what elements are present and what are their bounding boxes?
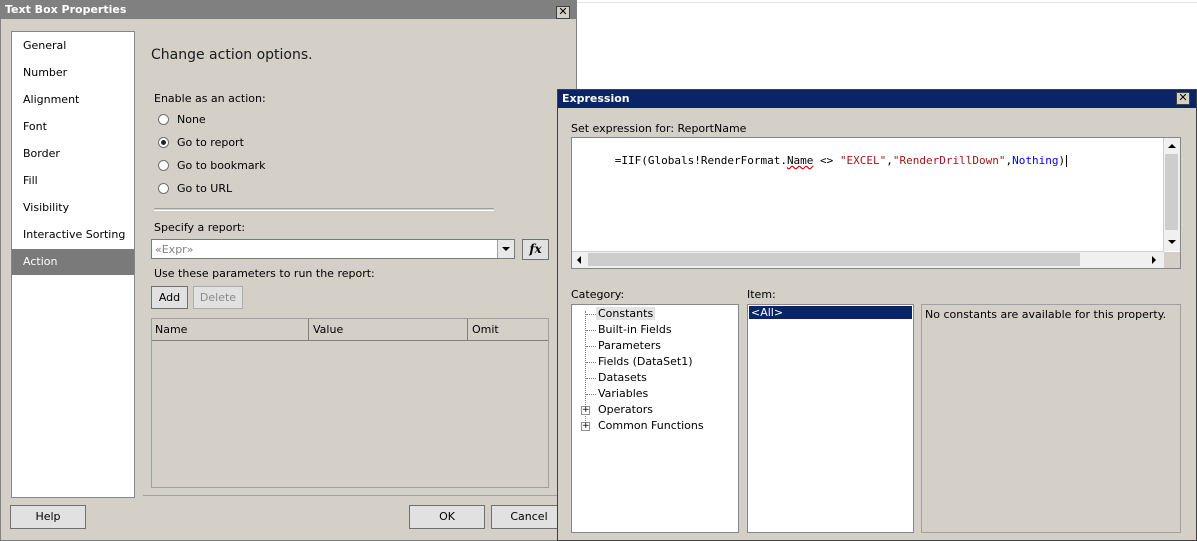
set-expression-label: Set expression for: ReportName	[571, 122, 747, 135]
ok-button[interactable]: OK	[409, 505, 485, 529]
tree-connector	[586, 330, 596, 331]
radio-go-to-report-label: Go to report	[177, 136, 244, 149]
expand-icon[interactable]: +	[581, 406, 590, 415]
radio-go-to-bookmark[interactable]	[158, 160, 169, 171]
expression-title-bar: Expression	[558, 90, 1196, 108]
radio-go-to-url-label: Go to URL	[177, 182, 233, 195]
chevron-down-icon	[502, 247, 510, 251]
category-item-variables[interactable]: Variables	[598, 387, 648, 400]
nav-item-number[interactable]: Number	[12, 60, 134, 86]
nav-item-visibility[interactable]: Visibility	[12, 195, 134, 221]
tree-connector	[586, 378, 596, 379]
expand-icon[interactable]: +	[581, 422, 590, 431]
add-button[interactable]: Add	[151, 286, 188, 309]
report-select[interactable]: «Expr»	[151, 239, 515, 259]
footer-divider	[143, 495, 577, 496]
expression-dialog: Expression ✕ Set expression for: ReportN…	[557, 89, 1197, 541]
nav-item-general[interactable]: General	[12, 33, 134, 59]
category-item-operators[interactable]: Operators	[598, 403, 653, 416]
item-list: <All>	[747, 304, 914, 533]
horizontal-scroll-thumb[interactable]	[588, 253, 1080, 266]
category-item-parameters[interactable]: Parameters	[598, 339, 661, 352]
description-text: No constants are available for this prop…	[925, 308, 1167, 321]
expression-fx-button[interactable]: fx	[522, 239, 549, 260]
scroll-left-icon[interactable]	[577, 256, 581, 264]
category-item-common-functions[interactable]: Common Functions	[598, 419, 704, 432]
category-label: Category:	[571, 288, 625, 301]
fx-icon: fx	[529, 242, 542, 256]
category-item-constants[interactable]: Constants	[596, 307, 656, 320]
code-part: =IIF(Globals!RenderFormat.	[614, 154, 787, 167]
page-nav-list: General Number Alignment Font Border Fil…	[11, 31, 135, 498]
page-heading: Change action options.	[151, 47, 313, 63]
description-panel: No constants are available for this prop…	[921, 304, 1181, 533]
expression-title: Expression	[562, 92, 630, 105]
text-box-properties-dialog: Text Box Properties ✕ General Number Ali…	[0, 0, 577, 541]
scroll-right-icon[interactable]	[1152, 256, 1156, 264]
nav-item-fill[interactable]: Fill	[12, 168, 134, 194]
column-header-name[interactable]: Name	[152, 319, 309, 340]
enable-action-label: Enable as an action:	[154, 92, 266, 105]
radio-none[interactable]	[158, 114, 169, 125]
category-tree: + + Constants Built-in Fields Parameters…	[571, 304, 739, 533]
specify-report-label: Specify a report:	[154, 221, 246, 234]
scroll-down-icon[interactable]	[1168, 240, 1176, 244]
code-string: "RenderDrillDown"	[892, 154, 1006, 167]
column-header-omit[interactable]: Omit	[469, 319, 548, 340]
item-all[interactable]: <All>	[749, 306, 912, 319]
nav-item-border[interactable]: Border	[12, 141, 134, 167]
column-header-value[interactable]: Value	[310, 319, 468, 340]
horizontal-scrollbar[interactable]	[572, 251, 1164, 268]
nav-item-action[interactable]: Action	[12, 249, 134, 275]
close-icon: ✕	[558, 5, 568, 18]
radio-none-label: None	[177, 113, 206, 126]
background-window-edge	[577, 2, 1197, 3]
category-item-fields[interactable]: Fields (DataSet1)	[598, 355, 693, 368]
category-item-datasets[interactable]: Datasets	[598, 371, 647, 384]
grid-header: Name Value Omit	[152, 319, 548, 341]
tree-connector	[586, 314, 596, 315]
category-item-built-in-fields[interactable]: Built-in Fields	[598, 323, 672, 336]
code-keyword: Nothing	[1012, 154, 1059, 167]
text-cursor	[1066, 155, 1068, 167]
dropdown-button[interactable]	[497, 240, 514, 258]
dialog-title-bar: Text Box Properties	[1, 1, 576, 19]
vertical-scroll-thumb[interactable]	[1165, 154, 1178, 230]
params-label: Use these parameters to run the report:	[154, 267, 375, 280]
tree-connector	[586, 362, 596, 363]
nav-item-alignment[interactable]: Alignment	[12, 87, 134, 113]
code-part: ,	[886, 154, 893, 167]
tree-connector	[586, 346, 596, 347]
code-part: <>	[813, 154, 840, 167]
scrollbar-corner	[1164, 252, 1180, 268]
radio-go-to-report[interactable]	[158, 137, 169, 148]
tree-connector	[586, 394, 596, 395]
radio-go-to-bookmark-label: Go to bookmark	[177, 159, 266, 172]
nav-item-font[interactable]: Font	[12, 114, 134, 140]
item-label: Item:	[747, 288, 776, 301]
parameters-grid: Name Value Omit	[151, 318, 549, 488]
delete-button[interactable]: Delete	[193, 286, 243, 309]
section-divider	[154, 208, 494, 211]
close-button[interactable]: ✕	[556, 6, 570, 19]
expression-editor[interactable]: =IIF(Globals!RenderFormat.Name <> "EXCEL…	[571, 137, 1181, 269]
dialog-title: Text Box Properties	[5, 3, 127, 16]
close-icon: ✕	[1178, 91, 1188, 104]
code-string: "EXCEL"	[839, 154, 887, 167]
cancel-button[interactable]: Cancel	[491, 505, 567, 529]
vertical-scrollbar[interactable]	[1163, 138, 1180, 251]
expression-code[interactable]: =IIF(Globals!RenderFormat.Name <> "EXCEL…	[575, 141, 1068, 180]
nav-item-interactive-sorting[interactable]: Interactive Sorting	[12, 222, 134, 248]
report-select-value: «Expr»	[155, 243, 194, 256]
scroll-up-icon[interactable]	[1168, 144, 1176, 148]
expression-close-button[interactable]: ✕	[1176, 92, 1190, 105]
radio-go-to-url[interactable]	[158, 183, 169, 194]
code-name-token: Name	[786, 154, 814, 167]
help-button[interactable]: Help	[10, 505, 86, 529]
code-part: )	[1058, 154, 1066, 167]
